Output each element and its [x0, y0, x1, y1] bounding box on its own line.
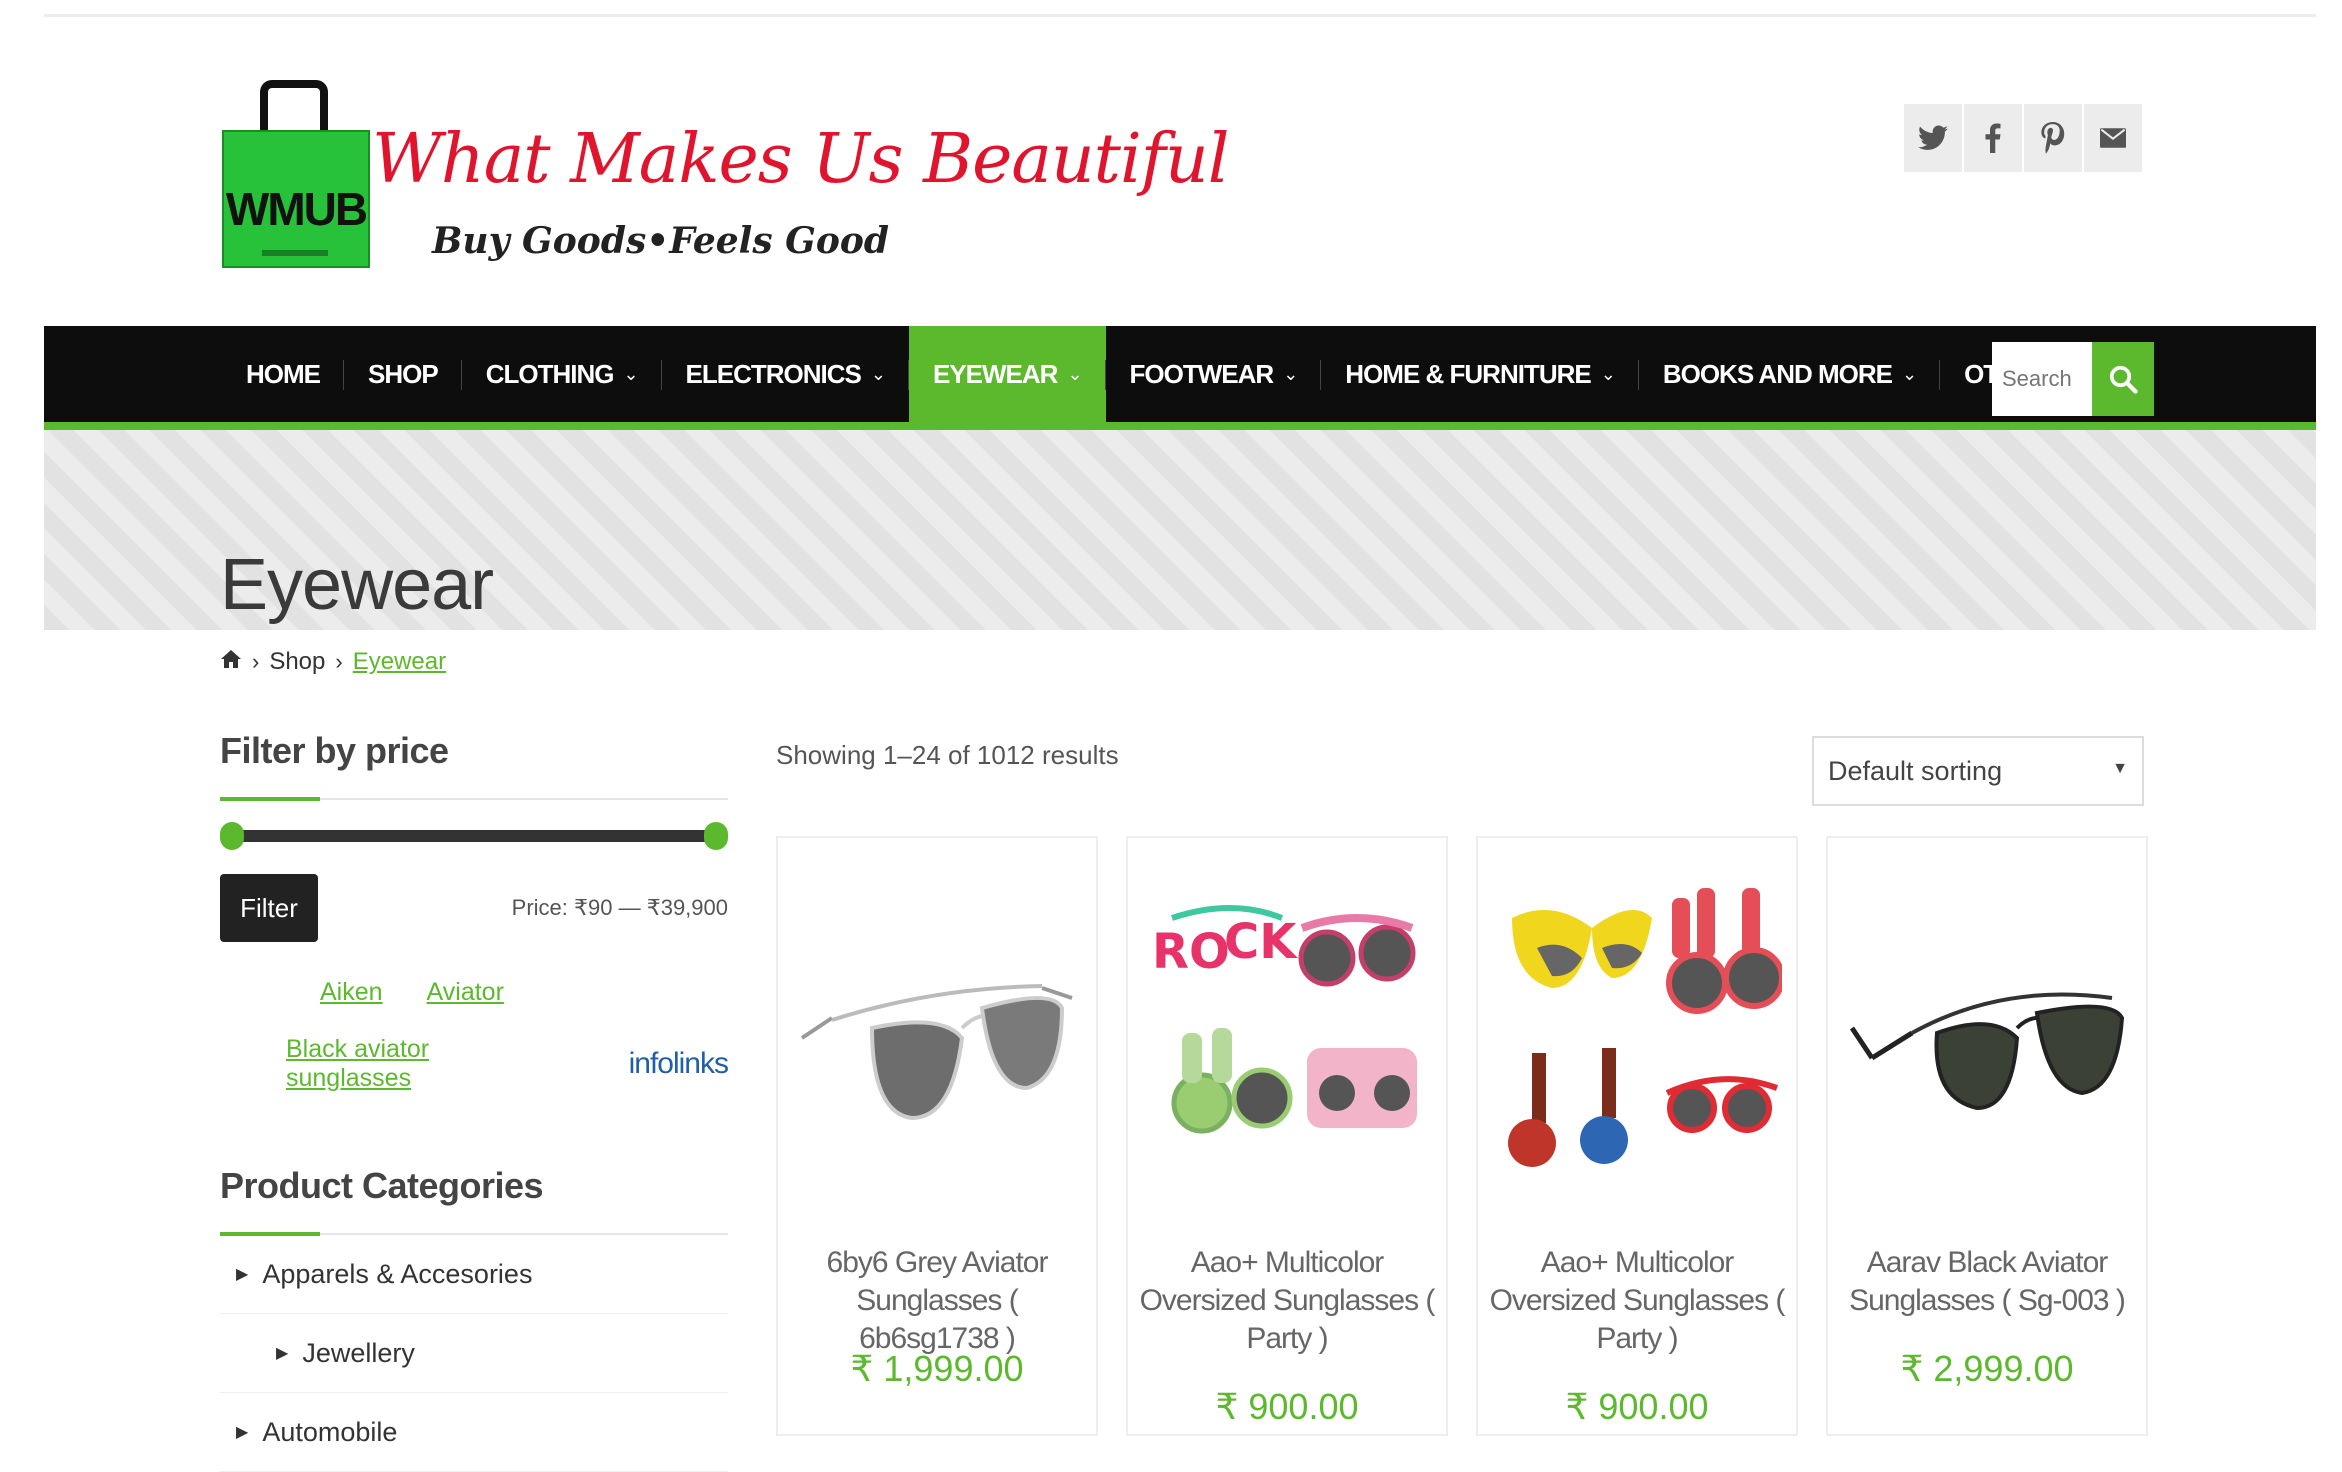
caret-right-icon: ▶	[236, 1266, 249, 1283]
product-image-black-aviator[interactable]	[1828, 868, 2146, 1188]
product-price: ₹ 1,999.00	[850, 1348, 1024, 1389]
product-name[interactable]: Aao+ Multicolor Oversized Sunglasses ( P…	[1488, 1244, 1786, 1358]
product-name[interactable]: Aarav Black Aviator Sunglasses ( Sg-003 …	[1838, 1244, 2136, 1320]
product-image-party-sunglasses-2[interactable]	[1478, 868, 1796, 1188]
nav-item-home[interactable]: HOME	[222, 326, 344, 422]
chevron-down-icon: ⌄	[1067, 363, 1082, 384]
product-name[interactable]: 6by6 Grey Aviator Sunglasses ( 6b6sg1738…	[788, 1244, 1086, 1358]
product-card[interactable]: RO CK Aao+ Multicolor Oversized Sunglass…	[1126, 836, 1448, 1436]
tag-black-aviator-sunglasses[interactable]: Black aviator sunglasses	[286, 1035, 547, 1093]
breadcrumb: › Shop › Eyewear	[220, 648, 446, 676]
sorting-dropdown[interactable]: Default sorting ▼	[1812, 736, 2144, 806]
chevron-down-icon: ⌄	[1901, 363, 1917, 384]
filter-button[interactable]: Filter	[220, 874, 318, 942]
product-name[interactable]: Aao+ Multicolor Oversized Sunglasses ( P…	[1138, 1244, 1436, 1358]
product-grid: 6by6 Grey Aviator Sunglasses ( 6b6sg1738…	[776, 836, 2148, 1436]
product-price: ₹ 900.00	[1565, 1386, 1709, 1427]
product-image-party-sunglasses[interactable]: RO CK	[1128, 868, 1446, 1188]
product-card[interactable]: 6by6 Grey Aviator Sunglasses ( 6b6sg1738…	[776, 836, 1098, 1436]
logo-script-text: What Makes Us Beautiful	[372, 120, 1229, 199]
nav-item-books-and-more[interactable]: BOOKS AND MORE ⌄	[1639, 326, 1941, 422]
tag-aiken[interactable]: Aiken	[320, 978, 383, 1007]
bag-stripe-graphic	[262, 250, 328, 256]
nav-item-electronics[interactable]: ELECTRONICS ⌄	[662, 326, 910, 422]
result-count: Showing 1–24 of 1012 results	[776, 740, 1119, 770]
nav-item-eyewear[interactable]: EYEWEAR ⌄	[908, 326, 1106, 422]
widget-divider	[220, 797, 728, 801]
top-divider	[44, 14, 2316, 17]
breadcrumb-eyewear[interactable]: Eyewear	[353, 648, 446, 676]
product-price: ₹ 2,999.00	[1900, 1348, 2074, 1389]
svg-text:RO: RO	[1152, 924, 1230, 980]
product-card[interactable]: Aarav Black Aviator Sunglasses ( Sg-003 …	[1826, 836, 2148, 1436]
slider-max-handle[interactable]	[704, 822, 728, 850]
infolinks-ad-label[interactable]: infolinks	[629, 1047, 729, 1081]
chevron-right-icon: ›	[252, 649, 260, 674]
tag-aviator[interactable]: Aviator	[427, 978, 504, 1007]
chevron-down-icon: ⌄	[623, 363, 638, 384]
product-categories-title: Product Categories	[220, 1165, 544, 1206]
page-header-banner: Eyewear	[44, 430, 2316, 630]
product-card[interactable]: Aao+ Multicolor Oversized Sunglasses ( P…	[1476, 836, 1798, 1436]
search-button[interactable]	[2092, 342, 2154, 416]
chevron-down-icon: ⌄	[870, 363, 886, 384]
chevron-right-icon: ›	[335, 649, 343, 674]
breadcrumb-shop[interactable]: Shop	[269, 648, 325, 676]
category-automobile[interactable]: ▶ Automobile	[220, 1393, 728, 1472]
dropdown-caret-icon: ▼	[2112, 760, 2128, 777]
main-navbar: HOME SHOP CLOTHING ⌄ ELECTRONICS ⌄ EYEWEAR…	[44, 326, 2316, 430]
filter-by-price-title: Filter by price	[220, 730, 449, 771]
category-jewellery[interactable]: ▶ Jewellery	[220, 1314, 728, 1393]
facebook-icon[interactable]	[1964, 104, 2022, 172]
nav-menu: HOME SHOP CLOTHING ⌄ ELECTRONICS ⌄ EYEWEAR…	[222, 326, 2115, 422]
chevron-down-icon: ⌄	[1283, 363, 1298, 384]
widget-divider	[220, 1232, 728, 1236]
nav-item-footwear[interactable]: FOOTWEAR ⌄	[1106, 326, 1322, 422]
tag-cloud-row-2: Black aviator sunglasses infolinks	[220, 1035, 729, 1093]
search-form	[1992, 342, 2154, 416]
nav-item-home-furniture[interactable]: HOME & FURNITURE ⌄	[1321, 326, 1639, 422]
nav-item-shop[interactable]: SHOP	[344, 326, 462, 422]
social-links	[1904, 104, 2142, 172]
product-image-grey-aviator[interactable]	[778, 868, 1096, 1188]
chevron-down-icon: ⌄	[1600, 363, 1616, 384]
nav-item-clothing[interactable]: CLOTHING ⌄	[462, 326, 662, 422]
search-icon	[2109, 365, 2138, 394]
pinterest-icon[interactable]	[2024, 104, 2082, 172]
caret-right-icon: ▶	[276, 1345, 289, 1362]
logo-tagline: Buy Goods•Feels Good	[432, 220, 890, 262]
price-range-label: Price: ₹90 — ₹39,900	[511, 895, 728, 920]
page-title: Eyewear	[220, 545, 494, 626]
price-range-slider[interactable]	[220, 822, 728, 852]
search-input[interactable]	[1992, 342, 2092, 416]
home-icon[interactable]	[220, 648, 242, 676]
product-price: ₹ 900.00	[1215, 1386, 1359, 1427]
site-logo[interactable]: WMUB What Makes Us Beautiful Buy Goods•F…	[222, 80, 1229, 280]
slider-min-handle[interactable]	[220, 822, 244, 850]
caret-right-icon: ▶	[236, 1424, 249, 1441]
email-icon[interactable]	[2084, 104, 2142, 172]
twitter-icon[interactable]	[1904, 104, 1962, 172]
sidebar: Filter by price Filter Price: ₹90 — ₹39,…	[220, 730, 729, 1472]
svg-text:CK: CK	[1224, 914, 1298, 970]
slider-track	[230, 830, 718, 842]
logo-mark: WMUB	[225, 183, 368, 235]
category-apparels-accesories[interactable]: ▶ Apparels & Accesories	[220, 1235, 728, 1314]
filter-row: Filter Price: ₹90 — ₹39,900	[220, 874, 728, 942]
tag-cloud: Aiken Aviator	[220, 978, 728, 1007]
